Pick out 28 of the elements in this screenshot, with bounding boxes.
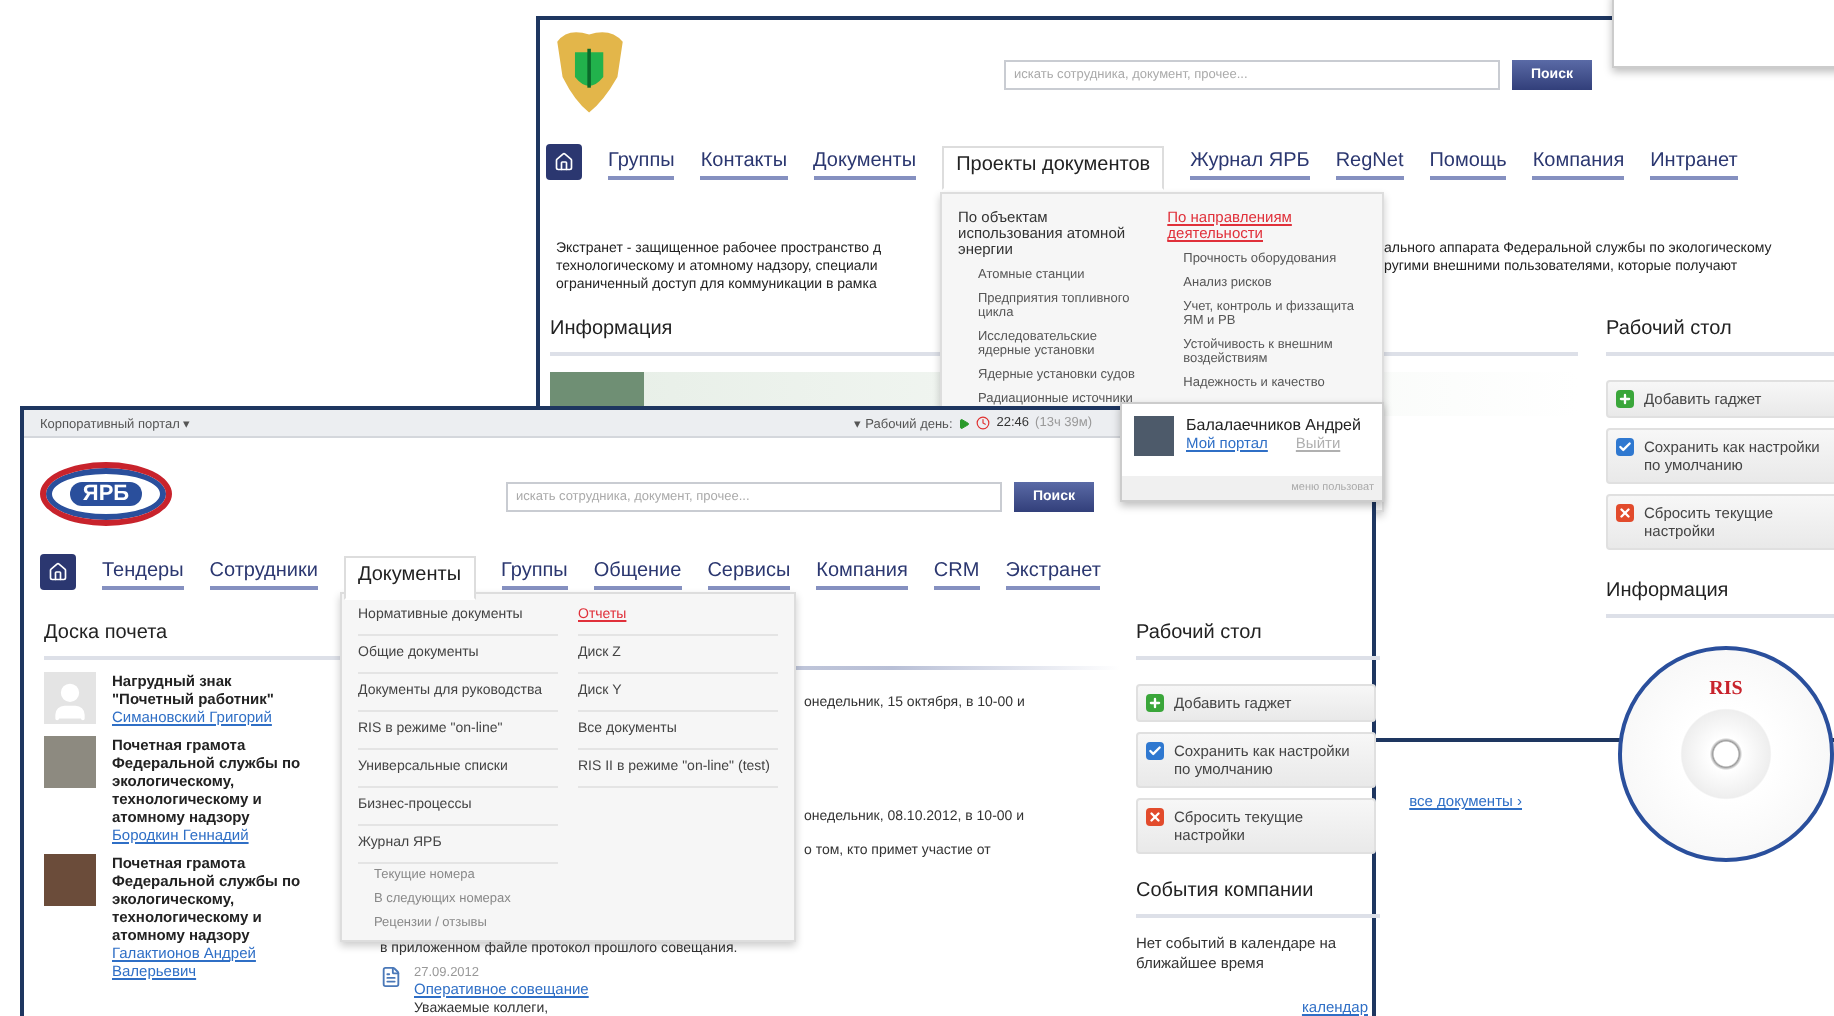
section-heading: Рабочий стол [1136,622,1380,660]
nav-tab[interactable]: Общение [593,555,682,589]
home-icon [554,152,574,172]
plus-icon [1616,390,1634,408]
home-button[interactable] [40,554,76,590]
check-icon [1616,438,1634,456]
disc-label: RIS [1709,678,1743,704]
photo-placeholder [44,854,96,906]
close-icon [1146,808,1164,826]
plus-icon [1146,694,1164,712]
document-icon [380,966,402,988]
section-heading: События компании [1136,880,1380,918]
section-heading: Доска почета [44,622,344,660]
photo-placeholder [1134,416,1174,456]
nav-tab[interactable]: Документы [343,556,476,600]
section-heading: Информация [1606,580,1834,618]
avatar-placeholder [44,672,96,724]
check-icon [1146,742,1164,760]
photo-placeholder [44,736,96,788]
section-heading: Рабочий стол [1606,318,1834,356]
clock-icon [976,416,991,430]
user-name: Балалаечников Андрей [1186,416,1361,434]
logo-text: ЯРБ [70,482,142,506]
home-button[interactable] [546,144,582,180]
nav-tab[interactable]: Проекты документов [942,146,1165,190]
play-icon[interactable] [958,417,971,429]
home-icon [48,562,68,582]
close-icon [1616,504,1634,522]
